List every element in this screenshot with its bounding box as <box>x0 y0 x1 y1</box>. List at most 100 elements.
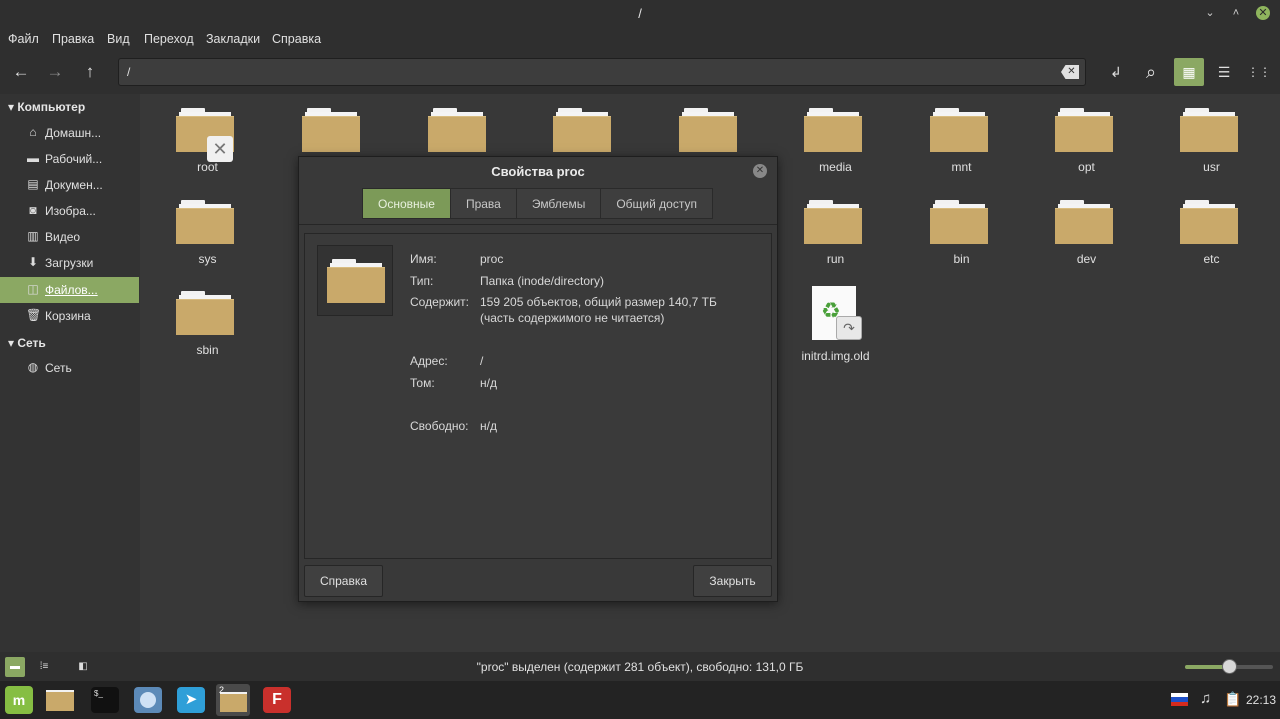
sidebar-item-label: Корзина <box>45 309 91 323</box>
location-bar[interactable]: / ✕ <box>118 58 1086 86</box>
menu-help[interactable]: Справка <box>272 32 321 46</box>
keyboard-layout-flag-icon[interactable] <box>1171 693 1188 706</box>
folder-icon <box>1055 200 1113 244</box>
symlink-arrow-icon: ↷ <box>836 316 862 340</box>
clipboard-icon[interactable]: 📋 <box>1224 691 1241 708</box>
icon-view-button[interactable]: ▦ <box>1174 58 1204 86</box>
file-item-usr[interactable]: usr <box>1144 98 1279 178</box>
menu-file[interactable]: Файл <box>8 32 39 46</box>
location-value: / <box>480 354 484 368</box>
up-button[interactable]: ↑ <box>75 58 105 86</box>
home-icon: ⌂ <box>29 125 37 139</box>
folder-preview[interactable] <box>317 245 393 316</box>
file-item-sbin[interactable]: sbin <box>140 281 275 361</box>
folder-icon <box>553 108 611 152</box>
file-item-run[interactable]: run <box>768 190 903 270</box>
sidebar-item-downloads[interactable]: ⬇ Загрузки <box>0 250 139 276</box>
file-item-mnt[interactable]: mnt <box>894 98 1029 178</box>
sound-icon[interactable]: ♫ <box>1200 690 1211 707</box>
search-button[interactable]: ⌕ <box>1136 58 1166 86</box>
trash-icon: 🗑 <box>26 308 42 322</box>
forward-button[interactable]: → <box>40 58 70 86</box>
window-title: / <box>638 6 642 21</box>
menu-bookmarks[interactable]: Закладки <box>206 32 260 46</box>
clock[interactable]: 22:13 <box>1246 693 1276 707</box>
tab-sharing[interactable]: Общий доступ <box>600 188 713 219</box>
menu-view[interactable]: Вид <box>107 32 130 46</box>
files-window-icon[interactable]: 2 <box>216 684 250 716</box>
sidebar-item-network[interactable]: ◍ Сеть <box>0 355 139 381</box>
file-item-etc[interactable]: etc <box>1144 190 1279 270</box>
file-item-root[interactable]: ✕ root <box>140 98 275 178</box>
list-view-button[interactable]: ☰ <box>1209 58 1239 86</box>
filesystem-icon: ◫ <box>27 282 39 296</box>
folder-icon <box>1055 108 1113 152</box>
compact-view-button[interactable]: ⋮⋮ <box>1244 58 1274 86</box>
maximize-button[interactable]: ˄ <box>1229 6 1243 20</box>
minimize-button[interactable]: ⌄ <box>1203 6 1217 20</box>
help-button[interactable]: Справка <box>304 565 383 597</box>
folder-icon <box>1180 200 1238 244</box>
recycle-document-icon: ♻ ↷ <box>812 286 862 340</box>
app-launcher-icon[interactable]: F <box>260 684 294 716</box>
title-bar: / ⌄ ˄ ✕ <box>0 0 1280 28</box>
folder-icon <box>302 108 360 152</box>
chromium-icon[interactable] <box>131 684 165 716</box>
folder-icon <box>176 291 234 335</box>
location-text[interactable]: / <box>127 65 130 79</box>
tab-basic[interactable]: Основные <box>362 188 451 219</box>
telegram-icon[interactable]: ➤ <box>174 684 208 716</box>
sidebar-item-label: Файлов... <box>45 283 98 297</box>
download-icon: ⬇ <box>27 255 39 269</box>
clear-location-icon[interactable]: ✕ <box>1061 65 1079 79</box>
tab-permissions[interactable]: Права <box>449 188 517 219</box>
file-item-media[interactable]: media <box>768 98 903 178</box>
toolbar: ← → ↑ / ✕ ↲ ⌕ ▦ ☰ ⋮⋮ <box>0 50 1280 94</box>
sidebar-item-trash[interactable]: 🗑 Корзина <box>0 303 139 329</box>
dialog-tabs: Основные Права Эмблемы Общий доступ <box>362 188 713 219</box>
folder-icon <box>804 200 862 244</box>
close-window-button[interactable]: ✕ <box>1256 6 1270 20</box>
file-item-opt[interactable]: opt <box>1019 98 1154 178</box>
mint-menu-icon[interactable]: m <box>2 684 36 716</box>
terminal-icon[interactable]: $_ <box>88 684 122 716</box>
sidebar-header-computer[interactable]: ▾ Компьютер <box>8 100 85 114</box>
sidebar-item-label: Загрузки <box>45 256 94 270</box>
files-launcher-icon[interactable] <box>43 684 77 716</box>
basic-properties-panel: Имя: proc Тип: Папка (inode/directory) С… <box>304 233 772 559</box>
folder-icon <box>679 108 737 152</box>
desktop-icon: ▬ <box>27 151 39 165</box>
sidebar-item-pictures[interactable]: ◙ Изобра... <box>0 198 139 224</box>
file-item-sys[interactable]: sys <box>140 190 275 270</box>
file-item-dev[interactable]: dev <box>1019 190 1154 270</box>
sidebar-item-label: Сеть <box>45 361 72 375</box>
menu-go[interactable]: Переход <box>144 32 194 46</box>
free-space-value: н/д <box>480 419 497 433</box>
sidebar-header-network[interactable]: ▾ Сеть <box>8 336 46 350</box>
folder-icon <box>327 259 385 303</box>
sidebar-item-filesystem[interactable]: ◫ Файлов... <box>0 277 139 303</box>
zoom-handle[interactable] <box>1222 659 1237 674</box>
camera-icon: ◙ <box>29 203 37 217</box>
sidebar-item-label: Видео <box>45 230 81 244</box>
taskbar: m $_ ➤ 2 F ♫ 📋 22:13 <box>0 681 1280 719</box>
sidebar-item-home[interactable]: ⌂ Домашн... <box>0 120 139 146</box>
dialog-close-icon[interactable]: ✕ <box>753 164 767 178</box>
sidebar-item-desktop[interactable]: ▬ Рабочий... <box>0 146 139 172</box>
tab-emblems[interactable]: Эмблемы <box>515 188 602 219</box>
contents-note: (часть содержимого не читается) <box>480 311 665 325</box>
file-item-bin[interactable]: bin <box>894 190 1029 270</box>
status-text: "proc" выделен (содержит 281 объект), св… <box>476 660 804 674</box>
no-access-icon: ✕ <box>207 136 233 162</box>
menu-edit[interactable]: Правка <box>52 32 94 46</box>
back-button[interactable]: ← <box>6 58 36 86</box>
zoom-slider[interactable] <box>1185 659 1273 674</box>
free-space-label: Свободно: <box>410 419 469 433</box>
sidebar-item-video[interactable]: ▥ Видео <box>0 224 139 250</box>
volume-label: Том: <box>410 376 435 390</box>
close-button[interactable]: Закрыть <box>693 565 772 597</box>
sidebar-item-documents[interactable]: ▤ Докумен... <box>0 172 139 198</box>
toggle-location-button[interactable]: ↲ <box>1101 58 1131 86</box>
name-label: Имя: <box>410 252 437 266</box>
name-value[interactable]: proc <box>480 252 503 266</box>
